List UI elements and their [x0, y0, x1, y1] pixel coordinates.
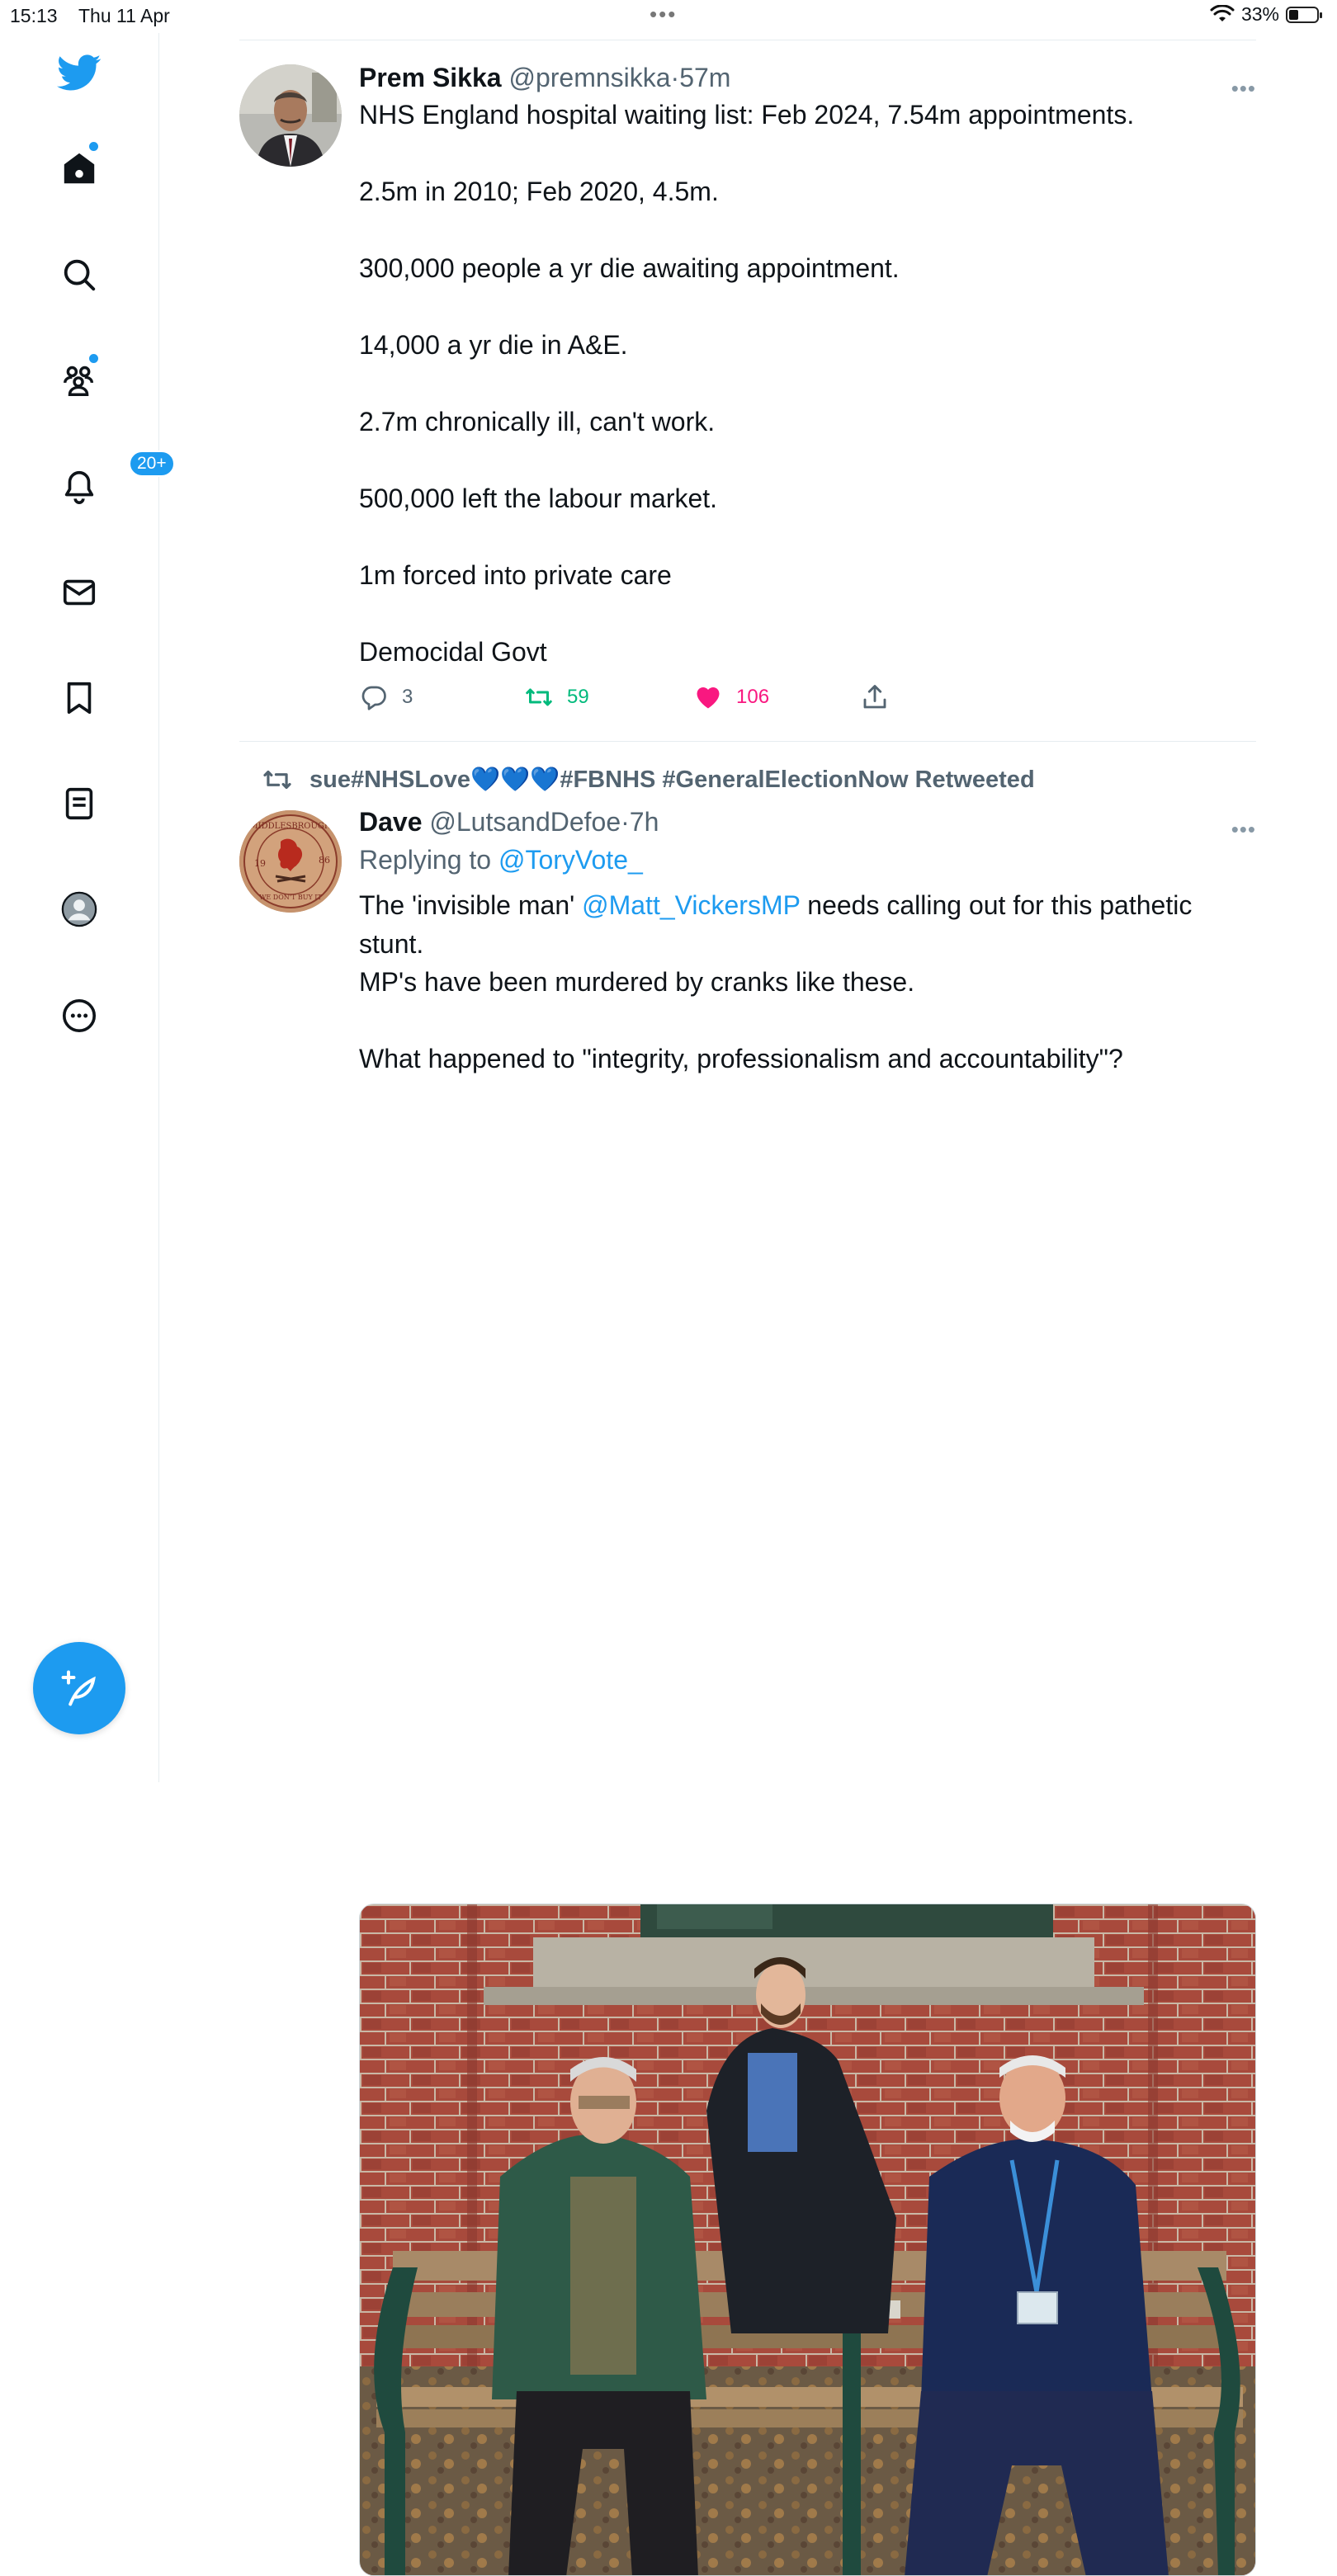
badge-top-text: MIDDLESBROUGH [249, 822, 332, 831]
sidebar-item-communities[interactable] [56, 352, 102, 403]
tweet-text-start: The 'invisible man' [359, 890, 583, 920]
status-date: Thu 11 Apr [78, 5, 170, 26]
communities-icon [64, 366, 94, 396]
tweet-paragraph: 1m forced into private care [359, 560, 672, 590]
mention-link[interactable]: @Matt_VickersMP [582, 890, 800, 920]
replying-to-link[interactable]: @ToryVote_ [498, 845, 643, 875]
author-handle[interactable]: @LutsandDefoe [429, 807, 621, 837]
tweet-text: The 'invisible man' @Matt_VickersMP need… [359, 886, 1254, 1078]
sidebar-item-home[interactable] [56, 140, 102, 191]
tweet-photo[interactable] [359, 1904, 1256, 2576]
notifications-badge: 20+ [129, 451, 175, 477]
tweet-paragraph: What happened to "integrity, professiona… [359, 1044, 1123, 1073]
multitasking-dots[interactable]: ••• [650, 2, 677, 27]
badge-right-text: 86 [319, 855, 330, 866]
retweet-small-icon [263, 770, 291, 790]
share-icon [863, 685, 886, 709]
bookmark-icon [67, 682, 92, 715]
separator-dot: · [621, 807, 630, 837]
badge-bottom-text: WE DON'T BUY IT [259, 894, 322, 901]
tweet-paragraph: 500,000 left the labour market. [359, 484, 718, 513]
more-circle-icon [62, 998, 97, 1033]
tweet-paragraph: 14,000 a yr die in A&E. [359, 330, 628, 360]
sidebar-item-profile[interactable] [56, 886, 102, 932]
author-handle[interactable]: @premnsikka [508, 63, 670, 92]
share-button[interactable] [860, 682, 890, 712]
badge-left-text: 19 [254, 858, 266, 869]
mail-icon [63, 579, 96, 606]
home-icon [64, 153, 95, 184]
status-time: 15:13 [10, 5, 58, 26]
like-button[interactable]: 106 [693, 682, 769, 712]
twitter-logo-icon[interactable] [56, 50, 102, 96]
tweet-paragraph: NHS England hospital waiting list: Feb 2… [359, 100, 1135, 130]
tweet-actions: 3 59 106 [359, 682, 1102, 715]
retweet-count: 59 [567, 686, 589, 708]
tweet-paragraph: 300,000 people a yr die awaiting appoint… [359, 253, 900, 283]
tweet-header: Prem Sikka @premnsikka·57m [359, 58, 1254, 94]
tweet-timestamp[interactable]: 7h [630, 807, 659, 837]
sidebar-item-notifications[interactable]: 20+ [56, 451, 175, 510]
lists-icon [65, 787, 93, 820]
avatar[interactable] [239, 64, 342, 167]
tweet-timestamp[interactable]: 57m [679, 63, 730, 92]
compose-feather-icon [61, 1670, 96, 1706]
battery-percent: 33% [1240, 3, 1279, 25]
sidebar-item-more[interactable] [56, 993, 102, 1039]
like-count: 106 [736, 686, 770, 708]
author-name[interactable]: Prem Sikka [359, 63, 502, 92]
reply-button[interactable]: 3 [359, 682, 413, 712]
reply-icon [361, 686, 386, 710]
sidebar-item-search[interactable] [56, 252, 102, 298]
tweet-paragraph: 2.5m in 2010; Feb 2020, 4.5m. [359, 177, 719, 206]
tweet-text: NHS England hospital waiting list: Feb 2… [359, 96, 1254, 672]
sidebar-item-messages[interactable] [56, 569, 102, 616]
wifi-icon [1210, 4, 1235, 21]
bell-icon [64, 470, 94, 504]
sidebar-item-lists[interactable] [56, 781, 102, 827]
retweet-button[interactable]: 59 [524, 682, 589, 712]
sidebar: 20+ [0, 33, 175, 1782]
retweeted-by-line[interactable]: sue#NHSLove💙💙💙#FBNHS #GeneralElectionNow… [263, 766, 1035, 794]
home-notification-dot [87, 140, 100, 153]
tweet-paragraph: 2.7m chronically ill, can't work. [359, 407, 716, 436]
tweet-divider [239, 741, 1256, 742]
retweeted-by-text: sue#NHSLove💙💙💙#FBNHS #GeneralElectionNow… [309, 767, 1035, 793]
search-icon [64, 259, 96, 291]
separator-dot: · [670, 63, 680, 92]
reply-count: 3 [402, 686, 413, 708]
tweet-more-button[interactable]: ••• [1231, 817, 1256, 842]
status-bar: 15:13 Thu 11 Apr ••• 33% [0, 0, 1337, 33]
replying-to-line: Replying to @ToryVote_ [359, 843, 1254, 876]
tweet-header: Dave @LutsandDefoe·7h [359, 802, 1254, 838]
heart-filled-icon [697, 687, 720, 709]
tweet-paragraph: MP's have been murdered by cranks like t… [359, 967, 915, 997]
avatar[interactable]: MIDDLESBROUGH 19 86 F C WE DON'T BUY IT [239, 810, 342, 913]
profile-avatar-icon [61, 891, 97, 927]
compose-tweet-button[interactable] [33, 1642, 125, 1734]
retweet-icon [526, 688, 552, 706]
tweet-paragraph: Democidal Govt [359, 637, 547, 667]
author-name[interactable]: Dave [359, 807, 423, 837]
communities-notification-dot [87, 352, 100, 365]
battery-icon [1286, 6, 1322, 23]
replying-to-label: Replying to [359, 845, 498, 875]
tweet-more-button[interactable]: ••• [1231, 76, 1256, 101]
sidebar-item-bookmarks[interactable] [56, 675, 102, 721]
